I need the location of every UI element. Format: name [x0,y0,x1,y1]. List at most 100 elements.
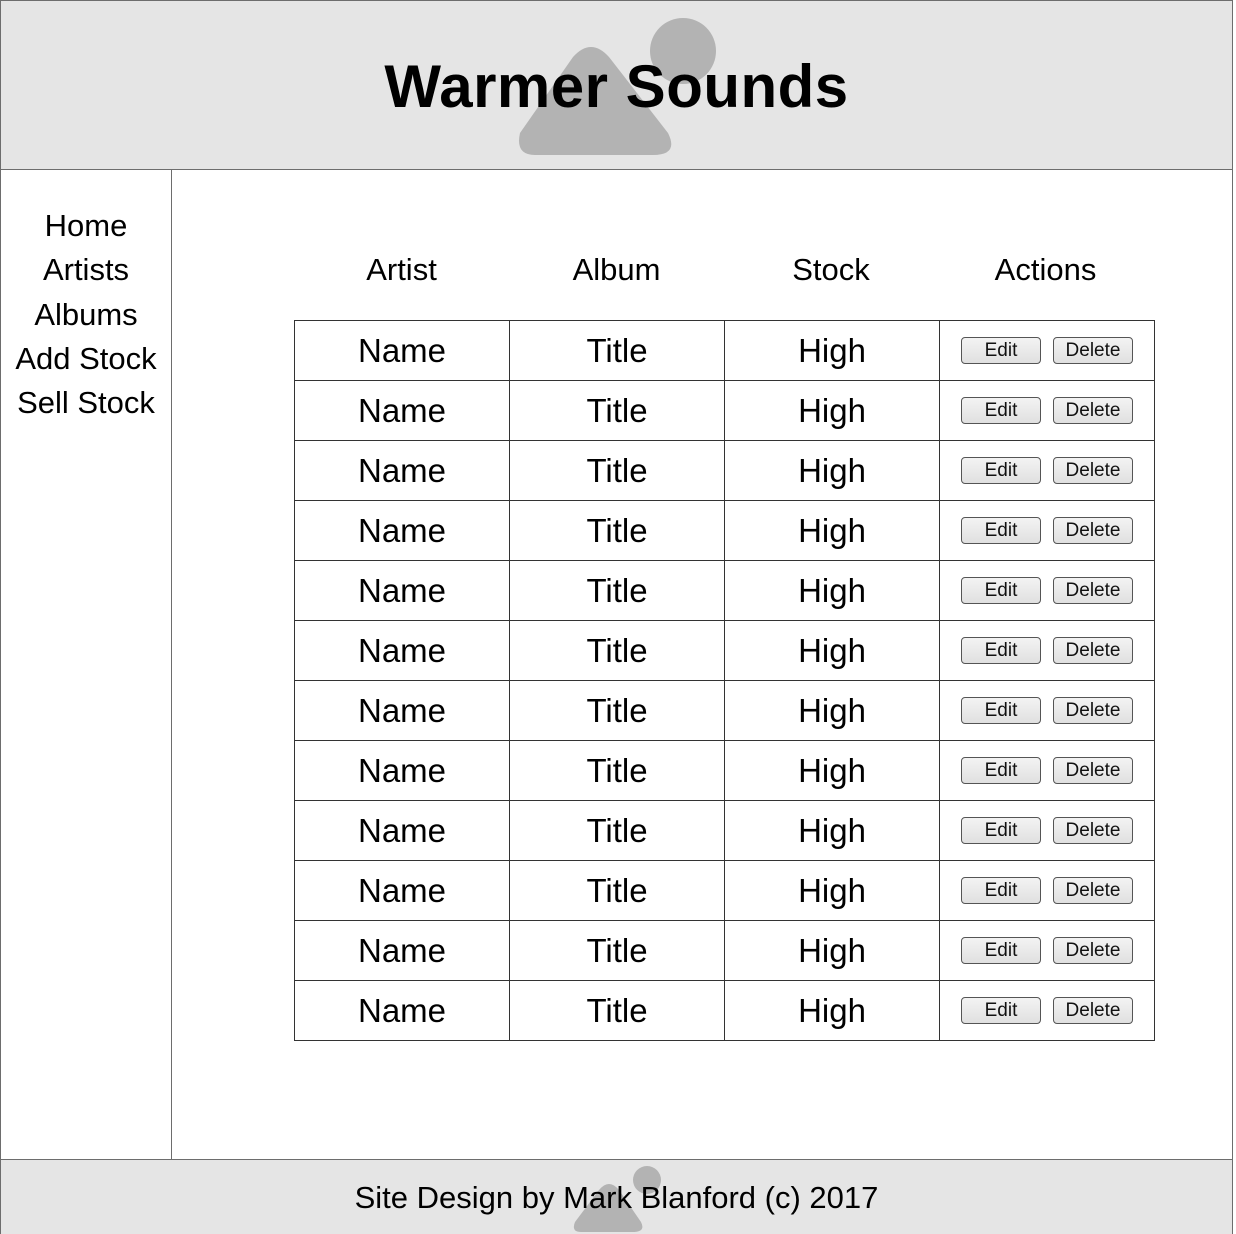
actions-cell: Edit Delete [939,320,1155,381]
artist-cell: Name [294,680,510,741]
actions-cell: Edit Delete [939,740,1155,801]
edit-button[interactable]: Edit [961,877,1041,904]
sidebar-item-add-stock[interactable]: Add Stock [1,337,171,381]
actions-cell: Edit Delete [939,440,1155,501]
actions-cell: Edit Delete [939,560,1155,621]
table-row: Name Title High Edit Delete [294,800,1155,861]
delete-button[interactable]: Delete [1053,637,1133,664]
stock-cell: High [724,320,940,381]
artist-cell: Name [294,500,510,561]
delete-button[interactable]: Delete [1053,697,1133,724]
sidebar-item-home[interactable]: Home [1,204,171,248]
site-footer: Site Design by Mark Blanford (c) 2017 [0,1159,1233,1234]
artist-cell: Name [294,560,510,621]
stock-cell: High [724,560,940,621]
table-row: Name Title High Edit Delete [294,320,1155,381]
table-row: Name Title High Edit Delete [294,500,1155,561]
stock-table: Name Title High Edit Delete Name Title High Edit… [294,320,1155,1041]
edit-button[interactable]: Edit [961,637,1041,664]
sidebar-item-artists[interactable]: Artists [1,248,171,292]
column-header-actions: Actions [994,252,1097,287]
album-cell: Title [509,380,725,441]
edit-button[interactable]: Edit [961,337,1041,364]
main-right-border [1232,170,1233,1160]
artist-cell: Name [294,380,510,441]
column-header-album: Album [572,252,661,287]
column-header-stock: Stock [792,252,870,287]
edit-button[interactable]: Edit [961,517,1041,544]
stock-cell: High [724,440,940,501]
edit-button[interactable]: Edit [961,577,1041,604]
table-row: Name Title High Edit Delete [294,440,1155,501]
album-cell: Title [509,860,725,921]
table-column-headers: Artist Album Stock Actions [294,249,1153,291]
stock-cell: High [724,740,940,801]
edit-button[interactable]: Edit [961,757,1041,784]
actions-cell: Edit Delete [939,620,1155,681]
edit-button[interactable]: Edit [961,937,1041,964]
album-cell: Title [509,740,725,801]
stock-cell: High [724,380,940,441]
footer-credit: Site Design by Mark Blanford (c) 2017 [354,1180,879,1215]
artist-cell: Name [294,800,510,861]
artist-cell: Name [294,860,510,921]
site-header: Warmer Sounds [0,0,1233,170]
actions-cell: Edit Delete [939,380,1155,441]
stock-cell: High [724,800,940,861]
sidebar-nav: Home Artists Albums Add Stock Sell Stock [0,170,172,1160]
edit-button[interactable]: Edit [961,817,1041,844]
album-cell: Title [509,440,725,501]
album-cell: Title [509,800,725,861]
actions-cell: Edit Delete [939,680,1155,741]
stock-cell: High [724,860,940,921]
table-row: Name Title High Edit Delete [294,560,1155,621]
page: Warmer Sounds Home Artists Albums Add St… [0,0,1236,1234]
artist-cell: Name [294,620,510,681]
table-row: Name Title High Edit Delete [294,740,1155,801]
edit-button[interactable]: Edit [961,397,1041,424]
album-cell: Title [509,500,725,561]
delete-button[interactable]: Delete [1053,577,1133,604]
delete-button[interactable]: Delete [1053,937,1133,964]
actions-cell: Edit Delete [939,800,1155,861]
site-title: Warmer Sounds [384,53,849,120]
table-row: Name Title High Edit Delete [294,380,1155,441]
artist-cell: Name [294,320,510,381]
artist-cell: Name [294,980,510,1041]
edit-button[interactable]: Edit [961,697,1041,724]
stock-cell: High [724,620,940,681]
delete-button[interactable]: Delete [1053,337,1133,364]
edit-button[interactable]: Edit [961,457,1041,484]
table-row: Name Title High Edit Delete [294,620,1155,681]
artist-cell: Name [294,440,510,501]
sidebar-item-sell-stock[interactable]: Sell Stock [1,381,171,425]
actions-cell: Edit Delete [939,980,1155,1041]
stock-cell: High [724,980,940,1041]
table-row: Name Title High Edit Delete [294,980,1155,1041]
table-row: Name Title High Edit Delete [294,860,1155,921]
album-cell: Title [509,920,725,981]
album-cell: Title [509,980,725,1041]
album-cell: Title [509,680,725,741]
delete-button[interactable]: Delete [1053,997,1133,1024]
delete-button[interactable]: Delete [1053,817,1133,844]
artist-cell: Name [294,920,510,981]
delete-button[interactable]: Delete [1053,877,1133,904]
album-cell: Title [509,620,725,681]
album-cell: Title [509,320,725,381]
edit-button[interactable]: Edit [961,997,1041,1024]
table-row: Name Title High Edit Delete [294,680,1155,741]
sidebar-item-albums[interactable]: Albums [1,293,171,337]
delete-button[interactable]: Delete [1053,757,1133,784]
actions-cell: Edit Delete [939,860,1155,921]
actions-cell: Edit Delete [939,920,1155,981]
artist-cell: Name [294,740,510,801]
stock-cell: High [724,920,940,981]
delete-button[interactable]: Delete [1053,457,1133,484]
actions-cell: Edit Delete [939,500,1155,561]
column-header-artist: Artist [366,252,437,287]
delete-button[interactable]: Delete [1053,517,1133,544]
table-row: Name Title High Edit Delete [294,920,1155,981]
stock-cell: High [724,680,940,741]
delete-button[interactable]: Delete [1053,397,1133,424]
